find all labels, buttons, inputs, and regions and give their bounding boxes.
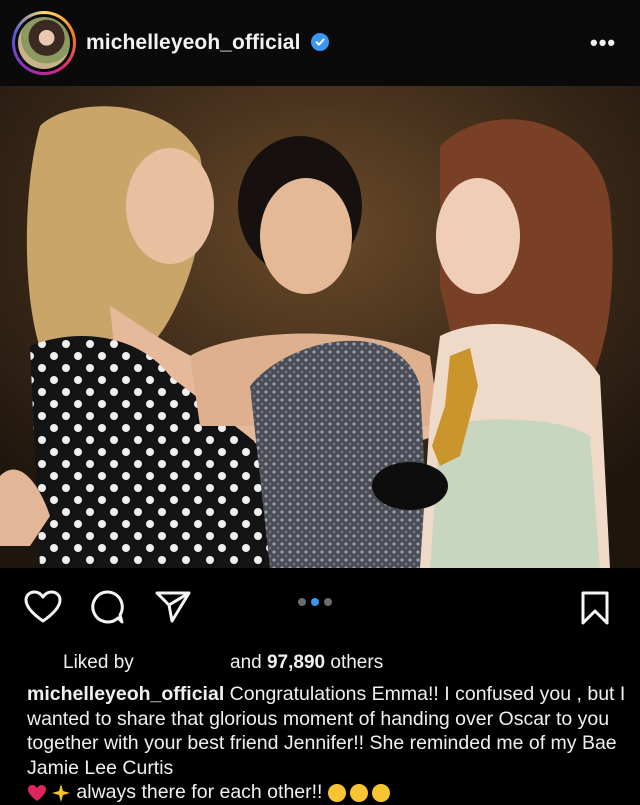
post-header: michelleyeoh_official ••• <box>0 0 640 86</box>
likes-summary[interactable]: and 97,890 others <box>230 652 383 674</box>
photo-illustration <box>0 86 640 568</box>
kissing-face-icon <box>349 783 368 802</box>
verified-badge-icon <box>311 33 329 51</box>
likes-prefix: and <box>230 652 262 673</box>
username-link[interactable]: michelleyeoh_official <box>86 31 301 55</box>
comment-icon[interactable] <box>89 589 125 630</box>
carousel-dot <box>298 598 306 606</box>
red-heart-icon <box>28 784 46 801</box>
likes-suffix: others <box>330 652 384 673</box>
heart-icon[interactable] <box>24 590 62 629</box>
paper-plane-icon[interactable] <box>154 590 192 629</box>
avatar-frame <box>15 14 73 72</box>
carousel-dot-active <box>311 598 319 606</box>
emoji-group <box>27 783 71 803</box>
carousel-dot <box>324 598 332 606</box>
kiss-emoji-group <box>327 783 390 802</box>
more-icon[interactable]: ••• <box>590 30 616 56</box>
liked-by-label: Liked by <box>63 652 134 673</box>
avatar[interactable] <box>18 17 70 69</box>
bookmark-icon[interactable] <box>580 590 610 631</box>
likes-count: 97,890 <box>266 652 326 673</box>
kissing-face-icon <box>327 783 346 802</box>
caption-tail: always there for each other!! <box>76 781 323 803</box>
carousel-indicator <box>298 598 332 606</box>
kissing-face-icon <box>371 783 390 802</box>
post-photo[interactable] <box>0 86 640 568</box>
caption-username[interactable]: michelleyeoh_official <box>27 683 224 705</box>
avatar-story-ring[interactable] <box>12 11 76 75</box>
caption: michelleyeoh_official Congratulations Em… <box>27 682 627 805</box>
sparkles-icon <box>52 783 70 802</box>
